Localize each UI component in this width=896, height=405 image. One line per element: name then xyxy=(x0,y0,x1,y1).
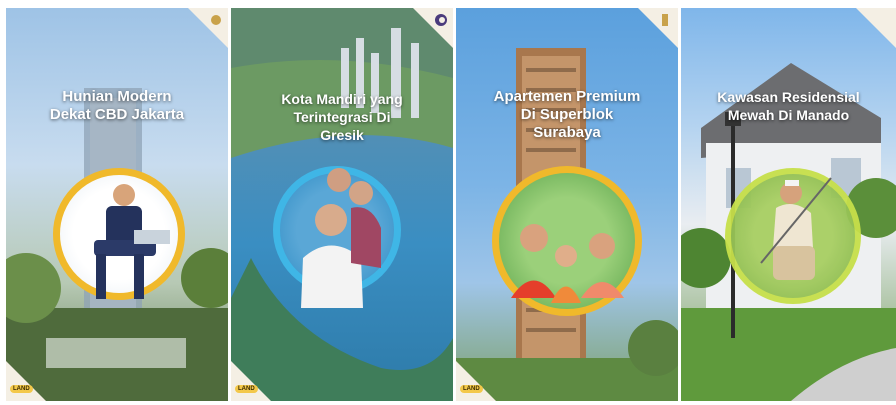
ad-banner-strip: Hunian Modern Dekat CBD Jakarta LAND Kot… xyxy=(0,0,896,405)
corner-logo-badge xyxy=(188,8,228,48)
headline-line-2: Dekat CBD Jakarta xyxy=(49,106,185,123)
corner-logo-badge xyxy=(413,8,453,48)
headline: Hunian Modern Dekat CBD Jakarta xyxy=(6,88,228,124)
brand-label: LAND xyxy=(460,385,483,393)
headline-line-1: Kota Mandiri yang xyxy=(281,91,403,107)
corner-brand-badge xyxy=(456,361,496,401)
headline-line-3: Gresik xyxy=(320,127,364,143)
headline: Kota Mandiri yang Terintegrasi Di Gresik xyxy=(231,90,453,144)
family-figure xyxy=(511,224,624,303)
corner-brand-badge xyxy=(6,361,46,401)
headline-line-1: Hunian Modern xyxy=(62,88,172,105)
headline-line-2: Di Superblok xyxy=(520,106,614,123)
businessman-figure xyxy=(94,184,170,299)
corner-brand-badge xyxy=(231,361,271,401)
ad-panel-surabaya[interactable]: Apartemen Premium Di Superblok Surabaya … xyxy=(456,8,678,401)
headline-line-1: Kawasan Residensial xyxy=(717,89,860,105)
ad-panel-manado[interactable]: Kawasan Residensial Mewah Di Manado xyxy=(681,8,896,401)
headline: Apartemen Premium Di Superblok Surabaya xyxy=(456,88,678,142)
brand-label: LAND xyxy=(235,385,258,393)
ad-panel-gresik[interactable]: Kota Mandiri yang Terintegrasi Di Gresik… xyxy=(231,8,453,401)
couple-figure xyxy=(301,168,381,308)
ad-panel-jakarta[interactable]: Hunian Modern Dekat CBD Jakarta LAND xyxy=(6,8,228,401)
headline-line-3: Surabaya xyxy=(533,124,601,141)
headline-line-2: Mewah Di Manado xyxy=(727,107,850,123)
headline-line-1: Apartemen Premium xyxy=(493,88,641,105)
headline: Kawasan Residensial Mewah Di Manado xyxy=(681,88,896,124)
corner-logo-badge xyxy=(856,8,896,48)
headline-line-2: Terintegrasi Di xyxy=(293,109,391,125)
golfer-figure xyxy=(760,177,832,280)
brand-label: LAND xyxy=(10,385,33,393)
corner-logo-badge xyxy=(638,8,678,48)
